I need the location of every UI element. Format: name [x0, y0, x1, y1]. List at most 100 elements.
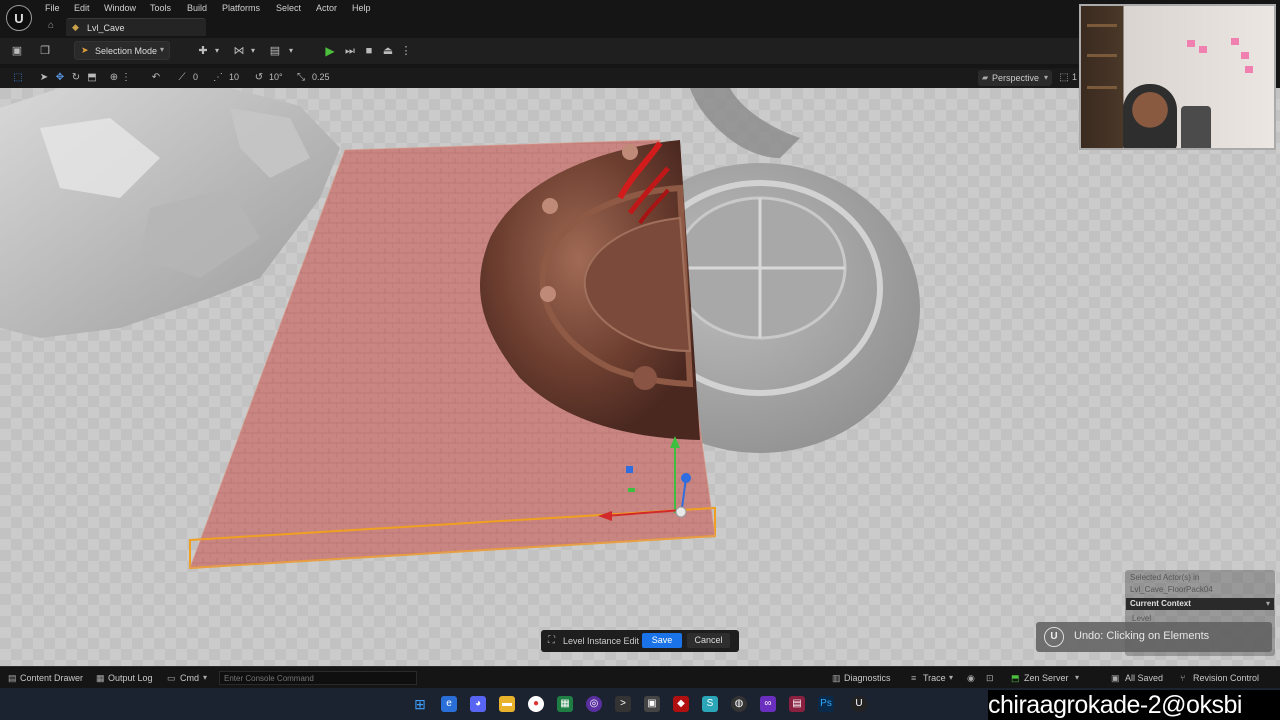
viewport-extra[interactable]: 1 — [1072, 72, 1077, 82]
scene-render[interactable] — [0, 88, 1280, 666]
diagnostics-icon: ▥ — [832, 673, 841, 683]
menu-actor[interactable]: Actor — [316, 3, 337, 13]
screenshot-icon[interactable]: ⊡ — [986, 673, 994, 684]
translate-icon[interactable]: ✥ — [54, 72, 66, 84]
level-tab-label: Lvl_Cave — [87, 23, 125, 33]
menu-window[interactable]: Window — [104, 3, 136, 13]
unreal-logo-icon[interactable]: U — [851, 696, 867, 712]
watermark: chiraagrokade-2@oksbi — [988, 690, 1280, 720]
record-icon[interactable]: ◉ — [967, 673, 975, 684]
angle-snap-icon[interactable]: ↺ — [253, 72, 265, 84]
pointer-icon[interactable]: ➤ — [38, 72, 50, 84]
chevron-down-icon[interactable]: ▾ — [949, 673, 953, 682]
windows-start-icon[interactable]: ⊞ — [412, 696, 428, 712]
home-icon[interactable]: ⌂ — [48, 20, 60, 32]
content-browser-icon[interactable]: ❐ — [38, 44, 52, 58]
shelf — [1087, 86, 1117, 89]
arrow-cursor-icon: ➤ — [81, 45, 89, 55]
chevron-down-icon[interactable]: ▾ — [246, 44, 260, 58]
diagnostics-button[interactable]: Diagnostics — [844, 673, 891, 683]
save-icon[interactable]: ▣ — [10, 44, 24, 58]
cinematics-icon[interactable]: ▤ — [268, 44, 282, 58]
blueprint-icon[interactable]: ⋈ — [232, 44, 246, 58]
world-space-icon[interactable]: ⊕ — [108, 72, 120, 84]
edge-icon[interactable]: e — [441, 696, 457, 712]
menu-tools[interactable]: Tools — [150, 3, 171, 13]
menu-build[interactable]: Build — [187, 3, 207, 13]
app-icon[interactable]: ▣ — [644, 696, 660, 712]
zen-server-button[interactable]: Zen Server — [1024, 673, 1069, 683]
unreal-logo-icon: U — [1044, 627, 1064, 647]
sheet-icon[interactable]: ▦ — [557, 696, 573, 712]
revision-control-button[interactable]: Revision Control — [1193, 673, 1259, 683]
cancel-button[interactable]: Cancel — [687, 633, 730, 648]
chevron-down-icon: ▾ — [159, 45, 164, 54]
view-mode-dropdown[interactable]: ▰ Perspective ▾ — [978, 70, 1052, 86]
save-button[interactable]: Save — [642, 633, 682, 648]
level-icon: ◆ — [72, 22, 79, 32]
obs-icon[interactable]: ◎ — [586, 696, 602, 712]
sticky-note — [1231, 38, 1239, 45]
console-command-input[interactable] — [219, 671, 417, 685]
all-saved-status[interactable]: All Saved — [1125, 673, 1163, 683]
scale-snap-icon[interactable]: ⤡ — [295, 72, 307, 84]
cmd-dropdown[interactable]: Cmd — [180, 673, 199, 683]
menu-platforms[interactable]: Platforms — [222, 3, 260, 13]
discord-icon[interactable]: ◕ — [470, 696, 486, 712]
grid-snap-value[interactable]: 10 — [229, 72, 239, 82]
surface-snap-icon[interactable]: ↶ — [150, 72, 162, 84]
davinci-icon[interactable]: ◆ — [673, 696, 689, 712]
shelf — [1087, 24, 1117, 27]
scale-snap-value[interactable]: 0.25 — [312, 72, 330, 82]
add-actor-icon[interactable]: ✚ — [196, 44, 210, 58]
maximize-icon[interactable]: ⬚ — [1058, 72, 1070, 84]
content-drawer-button[interactable]: Content Drawer — [20, 673, 83, 683]
menu-file[interactable]: File — [45, 3, 60, 13]
select-tool-icon[interactable]: ⬚ — [12, 72, 24, 84]
watermark-text: chiraagrokade-2@oksbi — [988, 691, 1242, 719]
tab-level[interactable]: ◆ Lvl_Cave — [66, 18, 206, 36]
photoshop-icon[interactable]: Ps — [818, 696, 834, 712]
app-icon[interactable]: ▤ — [789, 696, 805, 712]
app-icon[interactable]: S — [702, 696, 718, 712]
chrome-icon[interactable]: ● — [528, 696, 544, 712]
chevron-down-icon[interactable]: ▾ — [203, 673, 207, 682]
app-icon[interactable]: ◍ — [731, 696, 747, 712]
file-explorer-icon[interactable]: ▬ — [499, 696, 515, 712]
selection-mode-label: Selection Mode — [95, 46, 158, 56]
terminal-icon[interactable]: > — [615, 696, 631, 712]
more-options-icon[interactable]: ⋮ — [399, 44, 413, 58]
menu-help[interactable]: Help — [352, 3, 371, 13]
unreal-logo-icon[interactable]: U — [6, 5, 32, 31]
stop-icon[interactable]: ■ — [362, 44, 376, 58]
viewport-toolbar: ⬚ ➤ ✥ ↻ ⬒ ⊕ ⋮ ↶ ⟋ 0 ⋰ 10 ↺ 10° ⤡ 0.25 ▰ … — [0, 68, 1080, 88]
rotation-snap-value[interactable]: 0 — [193, 72, 198, 82]
eject-icon[interactable]: ⏏ — [381, 44, 395, 58]
document-tab-row: ⌂ ◆ Lvl_Cave — [0, 16, 1080, 36]
trace-dropdown[interactable]: Trace — [923, 673, 946, 683]
chevron-down-icon[interactable]: ▾ — [210, 44, 224, 58]
chevron-down-icon[interactable]: ▾ — [284, 44, 298, 58]
presenter — [1123, 84, 1177, 148]
grid-snap-icon[interactable]: ⋰ — [212, 72, 224, 84]
more-icon[interactable]: ⋮ — [120, 72, 132, 84]
level-viewport[interactable]: x — [0, 88, 1280, 666]
output-log-button[interactable]: Output Log — [108, 673, 153, 683]
level-instance-edit-bar: ⛶ Level Instance Edit Save Cancel — [541, 630, 739, 652]
rotation-snap-icon[interactable]: ⟋ — [176, 72, 188, 84]
angle-snap-value[interactable]: 10° — [269, 72, 283, 82]
current-context-header[interactable]: Current Context ▾ — [1126, 598, 1274, 610]
visual-studio-icon[interactable]: ∞ — [760, 696, 776, 712]
sticky-note — [1199, 46, 1207, 53]
scale-icon[interactable]: ⬒ — [86, 72, 98, 84]
play-icon[interactable]: ▶ — [323, 44, 337, 58]
terminal-icon: ▭ — [167, 673, 176, 683]
chair — [1181, 106, 1211, 148]
menu-edit[interactable]: Edit — [74, 3, 90, 13]
selection-mode-dropdown[interactable]: ➤ Selection Mode ▾ — [74, 41, 170, 60]
step-forward-icon[interactable]: ⏭ — [343, 44, 357, 58]
chevron-down-icon[interactable]: ▾ — [1075, 673, 1079, 682]
rotate-icon[interactable]: ↻ — [70, 72, 82, 84]
menu-select[interactable]: Select — [276, 3, 301, 13]
sticky-note — [1241, 52, 1249, 59]
